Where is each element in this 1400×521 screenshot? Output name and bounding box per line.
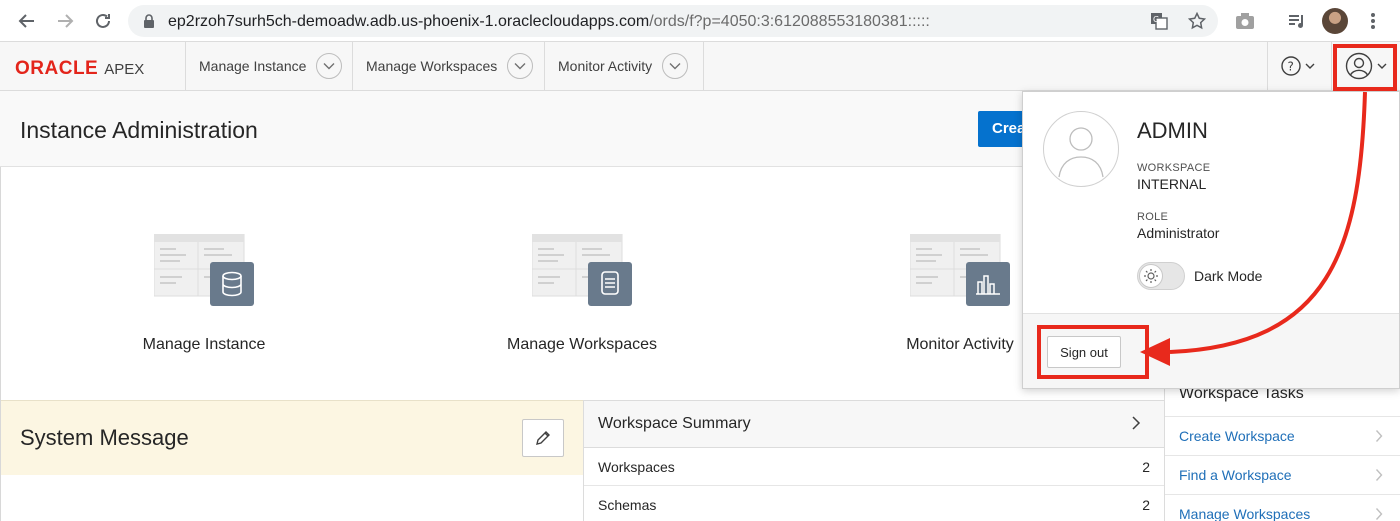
highlight-user-menu — [1333, 44, 1397, 91]
nav-label: Manage Instance — [199, 58, 307, 74]
highlight-sign-out — [1037, 325, 1149, 379]
svg-text:?: ? — [1287, 60, 1293, 74]
browser-profile-avatar[interactable] — [1322, 8, 1348, 34]
task-label: Find a Workspace — [1179, 467, 1292, 483]
workspace-tasks-region: Workspace Tasks Create Workspace Find a … — [1164, 380, 1400, 521]
chevron-right-icon — [1375, 430, 1383, 442]
bookmark-star-icon[interactable] — [1186, 10, 1208, 32]
browser-toolbar: ep2rzoh7surh5ch-demoadw.adb.us-phoenix-1… — [0, 0, 1400, 42]
nav-label: Manage Workspaces — [366, 58, 498, 74]
address-bar[interactable]: ep2rzoh7surh5ch-demoadw.adb.us-phoenix-1… — [128, 5, 1218, 37]
oracle-apex-logo[interactable]: ORACLE APEX — [15, 58, 144, 80]
logo-brand: ORACLE — [15, 58, 99, 79]
url-text: ep2rzoh7surh5ch-demoadw.adb.us-phoenix-1… — [168, 13, 930, 30]
camera-icon[interactable] — [1234, 10, 1256, 32]
back-button[interactable] — [14, 8, 40, 34]
user-name: ADMIN — [1137, 118, 1208, 143]
card-manage-workspaces[interactable]: Manage Workspaces — [472, 230, 712, 370]
task-find-workspace[interactable]: Find a Workspace — [1165, 455, 1400, 494]
row-value: 2 — [1142, 459, 1150, 475]
reload-button[interactable] — [90, 8, 116, 34]
chevron-down-icon[interactable] — [662, 53, 689, 79]
forward-button[interactable] — [52, 8, 78, 34]
row-label: Workspaces — [598, 459, 675, 475]
bar-chart-icon — [910, 234, 1010, 306]
reload-icon — [96, 13, 110, 28]
edit-message-button[interactable] — [522, 419, 564, 457]
sun-icon — [1139, 264, 1163, 288]
nav-manage-workspaces[interactable]: Manage Workspaces — [352, 42, 544, 90]
task-create-workspace[interactable]: Create Workspace — [1165, 416, 1400, 455]
task-manage-workspaces[interactable]: Manage Workspaces — [1165, 494, 1400, 521]
help-icon: ? — [1280, 56, 1314, 76]
user-silhouette-icon — [1058, 127, 1104, 178]
table-row: Workspaces 2 — [584, 448, 1165, 486]
back-arrow-icon — [18, 14, 34, 28]
help-menu-button[interactable]: ? — [1267, 42, 1331, 90]
document-icon — [532, 234, 632, 306]
logo-product: APEX — [104, 61, 145, 78]
chevron-right-icon — [1375, 508, 1383, 520]
browser-menu-icon[interactable] — [1362, 10, 1384, 32]
nav-monitor-activity[interactable]: Monitor Activity — [544, 42, 704, 90]
task-label: Manage Workspaces — [1179, 506, 1311, 521]
system-message-title: System Message — [20, 425, 189, 450]
workspace-value: INTERNAL — [1137, 176, 1207, 192]
workspace-summary-title: Workspace Summary — [598, 415, 751, 432]
avatar — [1043, 111, 1119, 187]
database-icon — [154, 234, 254, 306]
chevron-right-icon — [1132, 416, 1141, 430]
card-manage-instance[interactable]: Manage Instance — [94, 230, 334, 370]
apex-header: ORACLE APEX Manage Instance Manage Works… — [0, 42, 1400, 91]
table-row: Schemas 2 — [584, 486, 1165, 521]
pencil-icon — [536, 431, 550, 445]
nav-label: Monitor Activity — [558, 58, 653, 74]
chevron-down-icon[interactable] — [507, 53, 534, 79]
chevron-down-icon[interactable] — [316, 53, 343, 79]
row-label: Schemas — [598, 497, 657, 513]
translate-icon[interactable]: G — [1148, 10, 1170, 32]
svg-text:G: G — [1153, 15, 1159, 24]
chevron-right-icon — [1375, 469, 1383, 481]
task-label: Create Workspace — [1179, 428, 1295, 444]
row-value: 2 — [1142, 497, 1150, 513]
role-value: Administrator — [1137, 225, 1220, 241]
nav-manage-instance[interactable]: Manage Instance — [185, 42, 352, 90]
lock-icon — [138, 10, 160, 32]
system-message-region: System Message — [1, 400, 583, 475]
dark-mode-label: Dark Mode — [1194, 268, 1263, 284]
card-label: Manage Instance — [142, 336, 266, 353]
workspace-summary-header[interactable]: Workspace Summary — [584, 401, 1165, 448]
role-label: ROLE — [1137, 211, 1169, 223]
media-queue-icon[interactable] — [1286, 10, 1308, 32]
workspace-label: WORKSPACE — [1137, 162, 1211, 174]
page-title: Instance Administration — [20, 117, 258, 143]
forward-arrow-icon — [58, 14, 74, 28]
workspace-summary-region: Workspace Summary Workspaces 2 Schemas 2 — [583, 400, 1165, 521]
card-label: Manage Workspaces — [507, 336, 657, 353]
dark-mode-toggle[interactable] — [1137, 262, 1185, 290]
